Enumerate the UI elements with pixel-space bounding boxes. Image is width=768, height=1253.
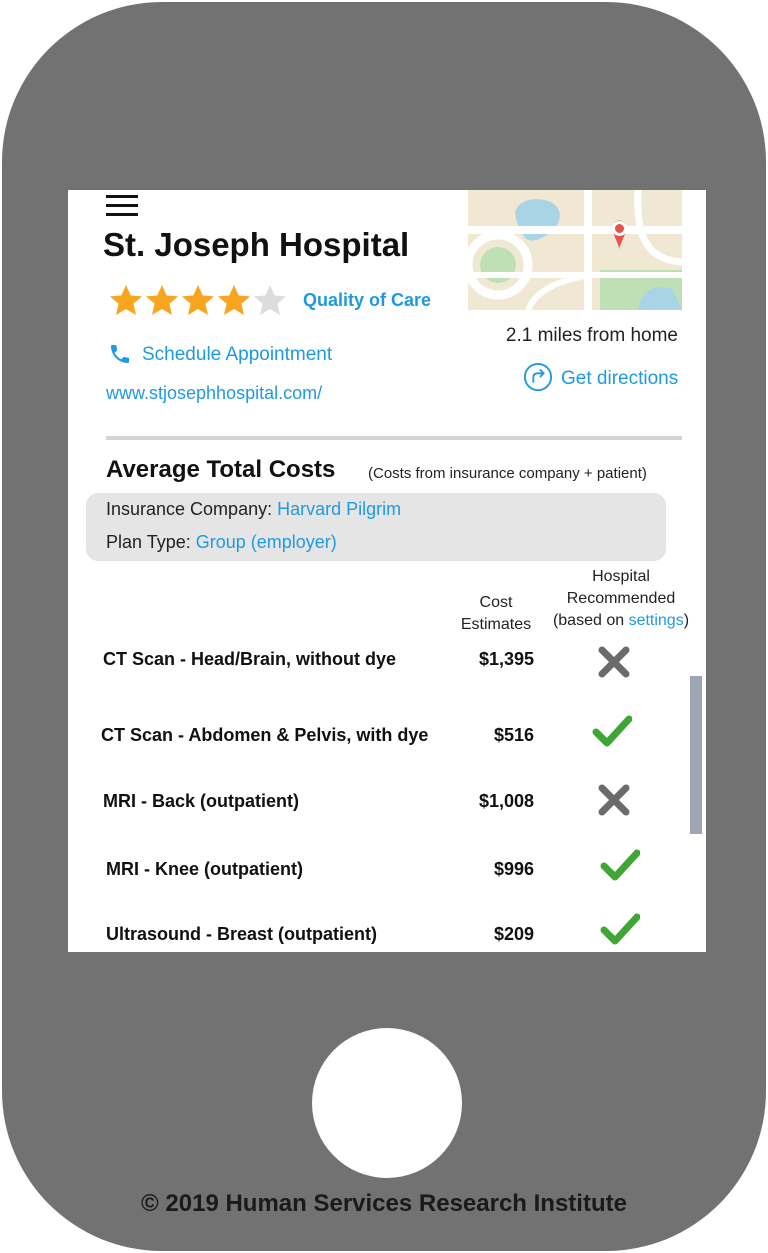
map-thumbnail[interactable] bbox=[463, 190, 683, 312]
based-on-suffix: ) bbox=[683, 612, 690, 629]
plan-type-label: Plan Type: bbox=[106, 532, 196, 552]
procedure-cost: $996 bbox=[493, 859, 534, 879]
check-icon bbox=[592, 712, 633, 752]
phone-icon[interactable] bbox=[108, 342, 132, 366]
insurance-info-box: Insurance Company: Harvard Pilgrim Plan … bbox=[86, 493, 666, 561]
star-icon bbox=[110, 285, 142, 315]
check-icon bbox=[600, 910, 641, 950]
recommended-header-line1: Hospital bbox=[592, 568, 650, 585]
star-icon bbox=[218, 285, 250, 315]
check-icon bbox=[600, 846, 641, 886]
website-link[interactable]: www.stjosephhospital.com/ bbox=[106, 383, 322, 404]
cross-icon bbox=[594, 780, 634, 820]
schedule-appointment-link[interactable]: Schedule Appointment bbox=[142, 344, 332, 366]
procedure-cost: $1,008 bbox=[478, 791, 534, 811]
app-screen: St. Joseph Hospital Quality of Care 2.1 … bbox=[68, 190, 706, 952]
settings-link[interactable]: settings bbox=[629, 612, 684, 629]
menu-icon[interactable] bbox=[106, 195, 138, 219]
insurance-label: Insurance Company: bbox=[106, 499, 278, 519]
plan-type-line: Plan Type: Group (employer) bbox=[106, 532, 337, 553]
copyright-text: © 2019 Human Services Research Institute bbox=[141, 1190, 627, 1217]
cost-estimates-header: Cost Estimates bbox=[456, 592, 536, 636]
procedure-name: MRI - Knee (outpatient) bbox=[106, 859, 303, 879]
cross-icon bbox=[594, 642, 634, 682]
procedure-name: CT Scan - Head/Brain, without dye bbox=[103, 649, 397, 669]
home-button[interactable] bbox=[312, 1028, 462, 1178]
distance-label: 2.1 miles from home bbox=[505, 325, 678, 346]
procedure-name: CT Scan - Abdomen & Pelvis, with dye bbox=[101, 725, 429, 745]
star-icon bbox=[146, 285, 178, 315]
procedure-name: Ultrasound - Breast (outpatient) bbox=[106, 924, 378, 944]
cost-header-line2: Estimates bbox=[460, 616, 532, 633]
section-divider bbox=[106, 436, 682, 440]
hospital-title: St. Joseph Hospital bbox=[103, 226, 410, 263]
based-on-prefix: (based on bbox=[552, 612, 629, 629]
procedure-cost: $1,395 bbox=[478, 649, 534, 669]
procedure-cost: $516 bbox=[493, 725, 534, 745]
procedure-name: MRI - Back (outpatient) bbox=[103, 791, 299, 811]
procedure-cost: $209 bbox=[493, 924, 534, 944]
directions-icon[interactable] bbox=[523, 362, 553, 397]
scrollbar[interactable] bbox=[690, 676, 702, 834]
costs-note: (Costs from insurance company + patient) bbox=[368, 465, 647, 482]
insurance-company-line: Insurance Company: Harvard Pilgrim bbox=[106, 499, 401, 520]
star-icon bbox=[182, 285, 214, 315]
star-icon bbox=[254, 285, 286, 315]
get-directions-link[interactable]: Get directions bbox=[561, 368, 678, 390]
quality-of-care-link[interactable]: Quality of Care bbox=[303, 290, 431, 311]
star-rating bbox=[108, 282, 288, 323]
recommended-header-line3: (based on settings) bbox=[546, 610, 696, 632]
map-image bbox=[463, 190, 683, 312]
recommended-header-line2: Recommended bbox=[566, 590, 676, 607]
recommended-header: Hospital Recommended (based on settings) bbox=[546, 566, 696, 632]
plan-type-link[interactable]: Group (employer) bbox=[196, 532, 337, 552]
cost-header-line1: Cost bbox=[479, 594, 513, 611]
insurance-company-link[interactable]: Harvard Pilgrim bbox=[277, 499, 401, 519]
average-costs-heading: Average Total Costs bbox=[106, 456, 336, 483]
